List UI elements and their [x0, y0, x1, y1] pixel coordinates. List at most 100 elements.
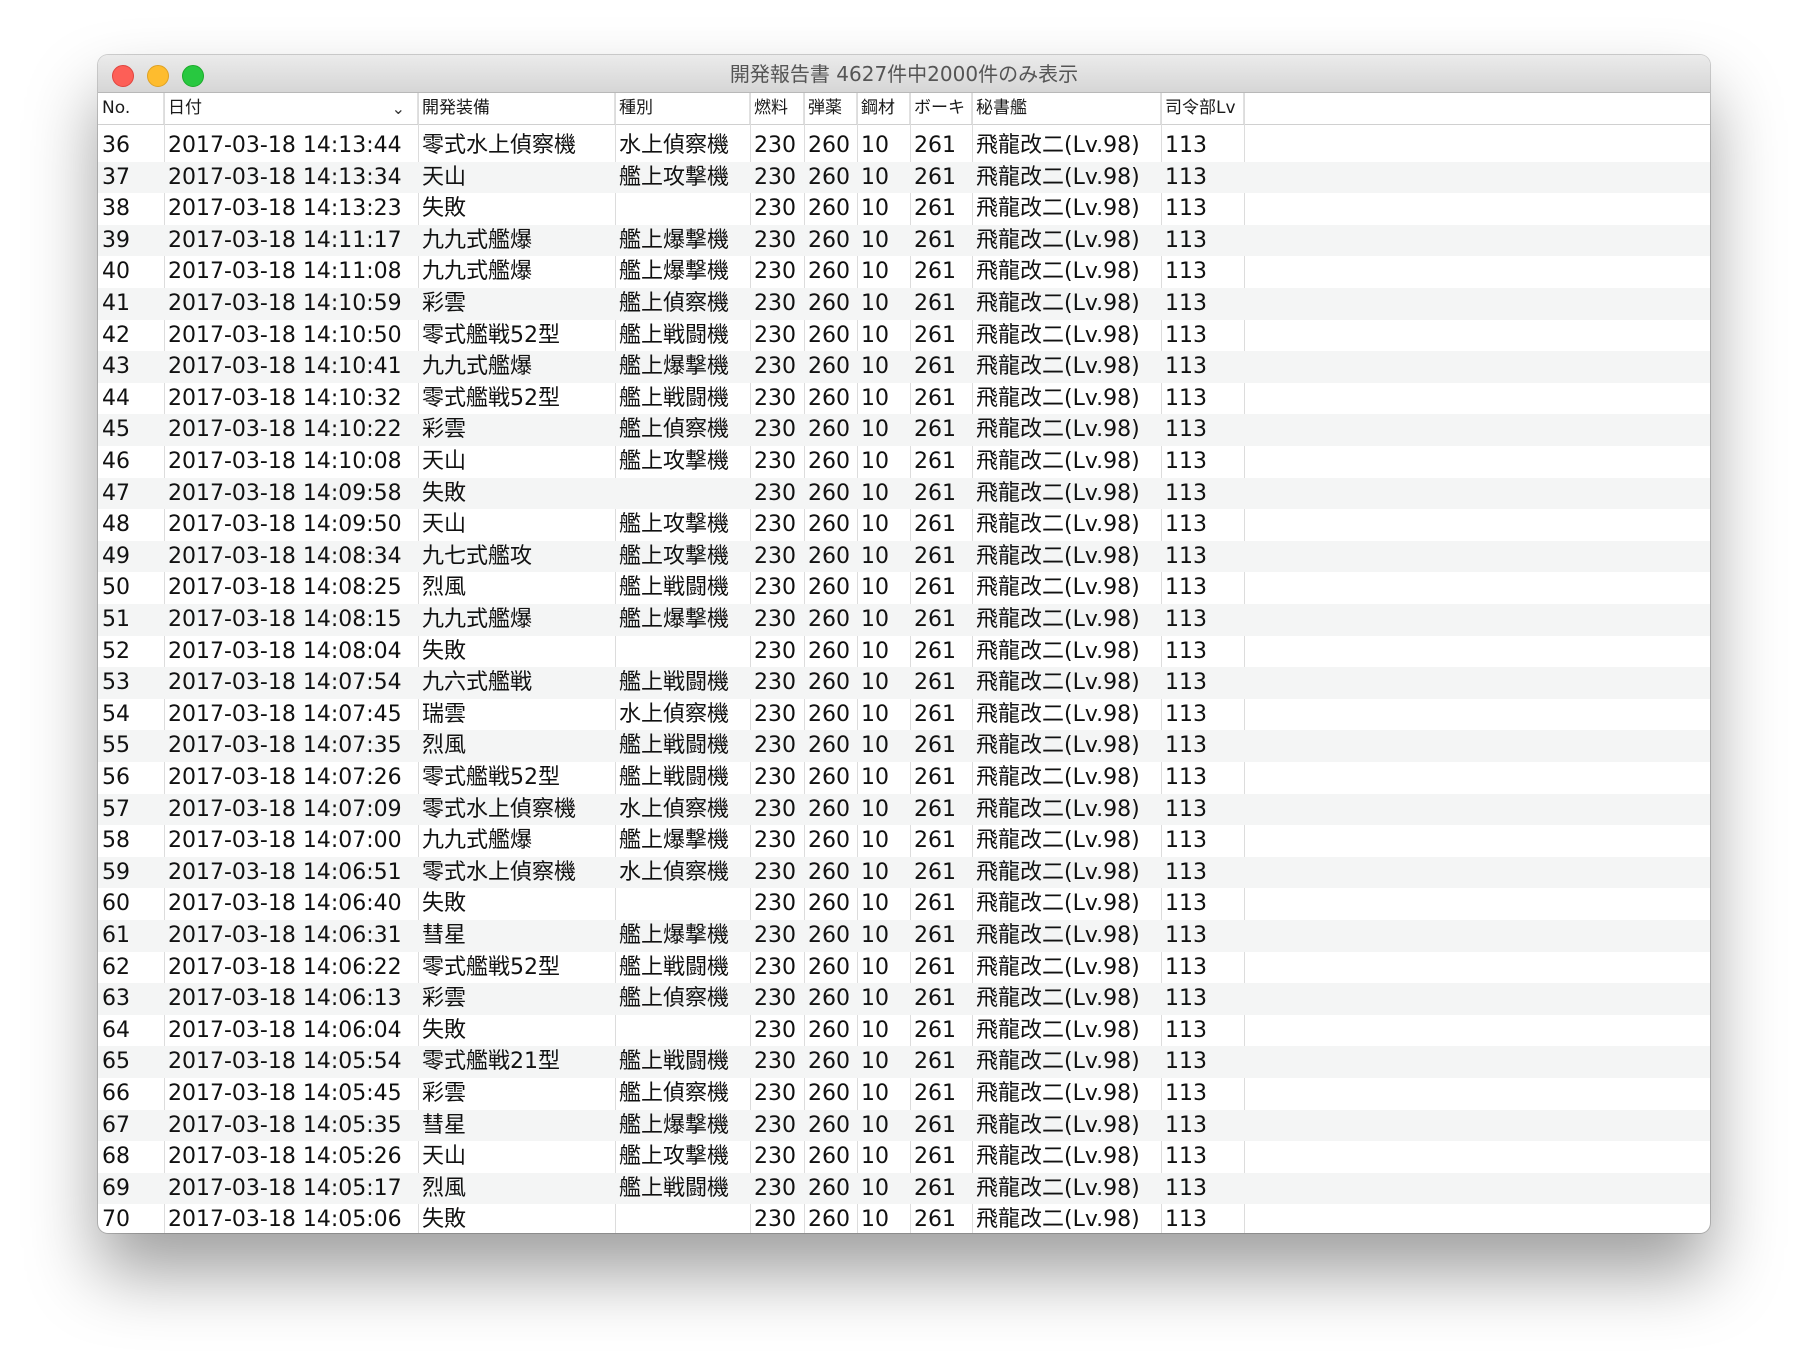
cell-type: 艦上戦闘機 [619, 765, 730, 790]
cell-date: 2017-03-18 14:07:26 [168, 765, 402, 790]
cell-fuel: 230 [754, 765, 796, 790]
column-header-type[interactable]: 種別 [615, 93, 750, 124]
table-row[interactable]: 49 2017-03-18 14:08:34 九七式艦攻 艦上攻撃機 230 260 10 2… [98, 540, 1710, 573]
cell-steel: 10 [861, 1112, 889, 1138]
table-row[interactable]: 41 2017-03-18 14:10:59 彩雲 艦上偵察機 230 260 10 261 飛… [98, 288, 1710, 320]
cell-steel: 10 [861, 227, 889, 253]
cell-secretary: 飛龍改二(Lv.98) [976, 480, 1140, 506]
table-row[interactable]: 46 2017-03-18 14:10:08 天山 艦上攻撃機 230 260 10 261 飛… [98, 446, 1710, 478]
cell-type: 艦上爆撃機 [619, 354, 730, 380]
cell-no: 62 [102, 954, 130, 980]
cell-ammo: 260 [808, 1081, 850, 1106]
cell-ammo: 260 [808, 1017, 850, 1043]
table-row[interactable]: 37 2017-03-18 14:13:34 天山 艦上攻撃機 230 260 10 261 飛… [98, 161, 1710, 194]
cell-no: 70 [102, 1207, 130, 1233]
cell-date: 2017-03-18 14:09:58 [168, 480, 402, 506]
table-row[interactable]: 55 2017-03-18 14:07:35 烈風 艦上戦闘機 230 260 10 261 飛… [98, 730, 1710, 762]
cell-date: 2017-03-18 14:10:08 [168, 449, 402, 474]
cell-equipment: 天山 [422, 1144, 467, 1170]
cell-steel: 10 [861, 480, 889, 506]
table-row[interactable]: 44 2017-03-18 14:10:32 零式艦戦52型 艦上戦闘機 230 260 1… [98, 383, 1710, 415]
table-row[interactable]: 66 2017-03-18 14:05:45 彩雲 艦上偵察機 230 260 10 261 飛… [98, 1078, 1710, 1110]
cell-no: 54 [102, 701, 130, 727]
table-row[interactable]: 67 2017-03-18 14:05:35 彗星 艦上爆撃機 230 260 10 261 飛… [98, 1109, 1710, 1142]
column-header-no[interactable]: No. [98, 93, 164, 124]
cell-no: 57 [102, 796, 130, 822]
table-row[interactable]: 65 2017-03-18 14:05:54 零式艦戦21型 艦上戦闘機 230 260 1… [98, 1046, 1710, 1078]
cell-secretary: 飛龍改二(Lv.98) [976, 259, 1140, 285]
cell-fuel: 230 [754, 575, 796, 601]
column-header-fuel[interactable]: 燃料 [750, 93, 804, 124]
table-row[interactable]: 59 2017-03-18 14:06:51 零式水上偵察機 水上偵察機 230 260 1… [98, 856, 1710, 889]
table-row[interactable]: 54 2017-03-18 14:07:45 瑞雲 水上偵察機 230 260 10 261 飛… [98, 699, 1710, 731]
cell-fuel: 230 [754, 733, 796, 759]
cell-date: 2017-03-18 14:08:34 [168, 543, 402, 569]
cell-date: 2017-03-18 14:06:22 [168, 954, 402, 980]
cell-ammo: 260 [808, 986, 850, 1012]
table-row[interactable]: 63 2017-03-18 14:06:13 彩雲 艦上偵察機 230 260 10 261 飛… [98, 983, 1710, 1015]
table-row[interactable]: 68 2017-03-18 14:05:26 天山 艦上攻撃機 230 260 10 261 飛… [98, 1141, 1710, 1173]
table-row[interactable]: 58 2017-03-18 14:07:00 九九式艦爆 艦上爆撃機 230 260 10 2… [98, 825, 1710, 857]
table-row[interactable]: 69 2017-03-18 14:05:17 烈風 艦上戦闘機 230 260 10 261 飛… [98, 1172, 1710, 1205]
cell-no: 58 [102, 828, 130, 854]
table-row[interactable]: 64 2017-03-18 14:06:04 失敗 230 260 10 261 飛龍改二(L… [98, 1015, 1710, 1047]
cell-ammo: 260 [808, 512, 850, 538]
cell-ammo: 260 [808, 354, 850, 380]
cell-type: 水上偵察機 [619, 701, 730, 727]
cell-steel: 10 [861, 765, 889, 790]
table-row[interactable]: 42 2017-03-18 14:10:50 零式艦戦52型 艦上戦闘機 230 260 1… [98, 320, 1710, 352]
cell-type [615, 636, 750, 668]
cell-secretary: 飛龍改二(Lv.98) [976, 291, 1140, 316]
cell-equipment: 烈風 [422, 575, 467, 601]
cell-ammo: 260 [808, 670, 850, 696]
table-row[interactable]: 51 2017-03-18 14:08:15 九九式艦爆 艦上爆撃機 230 260 10 2… [98, 604, 1710, 636]
table-row[interactable]: 57 2017-03-18 14:07:09 零式水上偵察機 水上偵察機 230 260 1… [98, 793, 1710, 826]
cell-no: 53 [102, 670, 130, 696]
title-bar[interactable]: 開発報告書 4627件中2000件のみ表示 [98, 55, 1710, 93]
cell-ammo: 260 [808, 322, 850, 348]
column-header-bauxite[interactable]: ボーキ [910, 93, 972, 124]
cell-hq-level: 113 [1165, 859, 1207, 885]
cell-bauxite: 261 [914, 607, 956, 632]
cell-ammo: 260 [808, 480, 850, 506]
cell-equipment: 失敗 [422, 1017, 467, 1043]
table-row[interactable]: 50 2017-03-18 14:08:25 烈風 艦上戦闘機 230 260 10 261 飛… [98, 572, 1710, 604]
table-row[interactable]: 53 2017-03-18 14:07:54 九六式艦戦 艦上戦闘機 230 260 10 2… [98, 667, 1710, 699]
table-row[interactable]: 61 2017-03-18 14:06:31 彗星 艦上爆撃機 230 260 10 261 飛… [98, 920, 1710, 952]
column-header-hq-level[interactable]: 司令部Lv [1161, 93, 1244, 124]
table-header: No. 日付 ⌄ 開発装備 種別 燃料 弾薬 鋼材 ボーキ 秘書艦 司令部Lv [98, 93, 1710, 125]
table-row[interactable]: 60 2017-03-18 14:06:40 失敗 230 260 10 261 飛龍改二(L… [98, 888, 1710, 920]
table-row[interactable]: 47 2017-03-18 14:09:58 失敗 230 260 10 261 飛龍改二(L… [98, 477, 1710, 510]
table-row[interactable]: 39 2017-03-18 14:11:17 九九式艦爆 艦上爆撃機 230 260 10 2… [98, 224, 1710, 257]
cell-bauxite: 261 [914, 891, 956, 917]
table-row[interactable]: 62 2017-03-18 14:06:22 零式艦戦52型 艦上戦闘機 230 260 1… [98, 952, 1710, 984]
cell-secretary: 飛龍改二(Lv.98) [976, 322, 1140, 348]
column-header-steel[interactable]: 鋼材 [857, 93, 910, 124]
column-header-secretary[interactable]: 秘書艦 [972, 93, 1161, 124]
cell-no: 63 [102, 986, 130, 1012]
column-header-ammo[interactable]: 弾薬 [804, 93, 857, 124]
cell-bauxite: 261 [914, 322, 956, 348]
column-header-equipment[interactable]: 開発装備 [418, 93, 615, 124]
report-window: 開発報告書 4627件中2000件のみ表示 No. 日付 ⌄ 開発装備 種別 燃… [98, 55, 1710, 1233]
cell-bauxite: 261 [914, 385, 956, 411]
table-row[interactable]: 48 2017-03-18 14:09:50 天山 艦上攻撃機 230 260 10 261 飛… [98, 509, 1710, 541]
cell-no: 36 [102, 133, 130, 158]
table-row[interactable]: 38 2017-03-18 14:13:23 失敗 230 260 10 261 飛龍改二(L… [98, 193, 1710, 225]
cell-type: 艦上爆撃機 [619, 607, 730, 632]
table-row[interactable]: 36 2017-03-18 14:13:44 零式水上偵察機 水上偵察機 230 260 1… [98, 130, 1710, 162]
cell-date: 2017-03-18 14:11:17 [168, 227, 402, 253]
cell-bauxite: 261 [914, 291, 956, 316]
table-row[interactable]: 52 2017-03-18 14:08:04 失敗 230 260 10 261 飛龍改二(L… [98, 636, 1710, 668]
table-row[interactable]: 40 2017-03-18 14:11:08 九九式艦爆 艦上爆撃機 230 260 10 2… [98, 256, 1710, 288]
cell-no: 59 [102, 859, 130, 885]
table-row[interactable]: 43 2017-03-18 14:10:41 九九式艦爆 艦上爆撃機 230 260 10 2… [98, 351, 1710, 383]
cell-secretary: 飛龍改二(Lv.98) [976, 638, 1140, 664]
table-row[interactable]: 45 2017-03-18 14:10:22 彩雲 艦上偵察機 230 260 10 261 飛… [98, 414, 1710, 446]
cell-ammo: 260 [808, 828, 850, 854]
table-body[interactable]: 36 2017-03-18 14:13:44 零式水上偵察機 水上偵察機 230 260 1… [98, 125, 1710, 1233]
table-row[interactable]: 70 2017-03-18 14:05:06 失敗 230 260 10 261 飛龍改二(L… [98, 1204, 1710, 1233]
cell-type: 艦上戦闘機 [619, 733, 730, 759]
table-row[interactable]: 56 2017-03-18 14:07:26 零式艦戦52型 艦上戦闘機 230 260 1… [98, 762, 1710, 794]
column-header-date[interactable]: 日付 ⌄ [164, 93, 418, 124]
